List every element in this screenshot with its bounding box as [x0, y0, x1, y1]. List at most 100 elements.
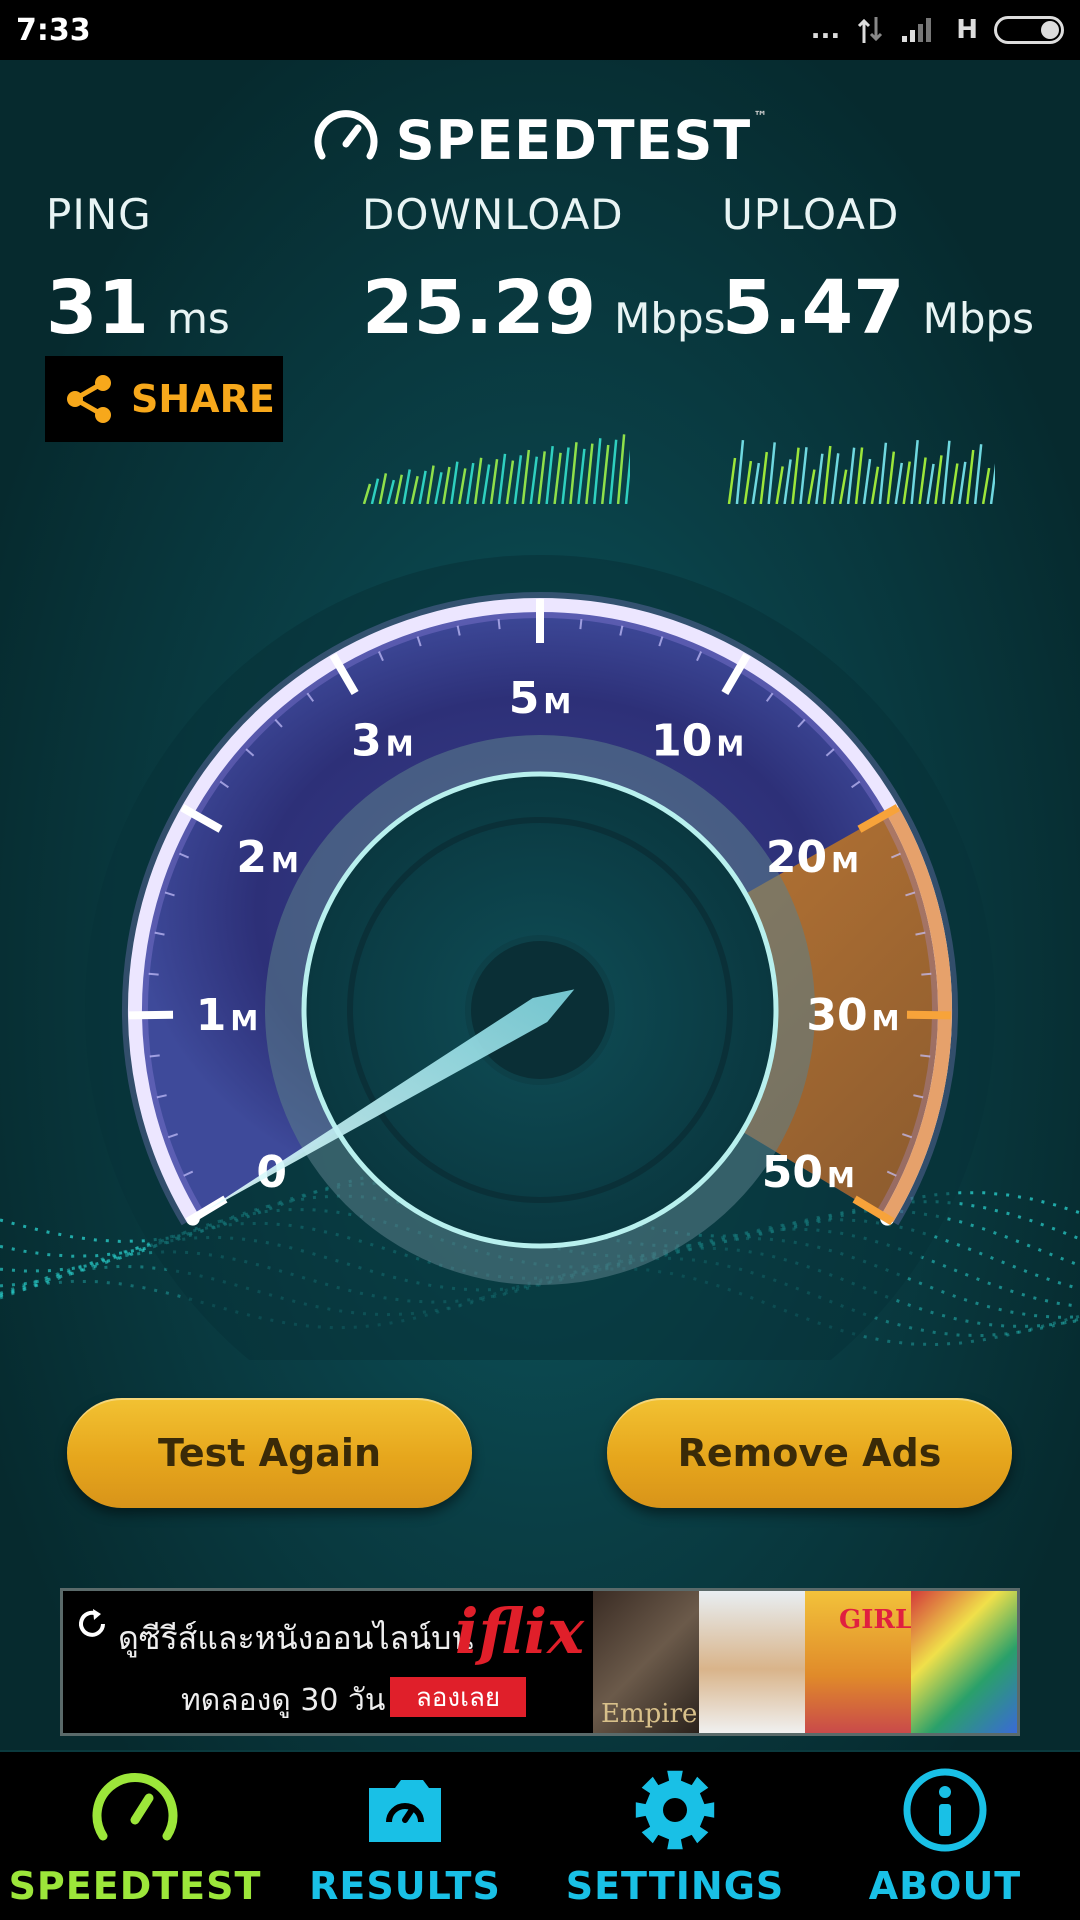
sparkline-bar — [426, 465, 435, 504]
sparkline-bar — [958, 461, 967, 504]
sparkline-bar — [394, 474, 403, 504]
sparkline-bar — [759, 451, 769, 504]
sparkline-bar — [473, 457, 483, 504]
share-label: SHARE — [131, 377, 275, 421]
speedtest-logo-icon — [314, 110, 378, 160]
sparkline-bar — [521, 449, 531, 504]
test-again-button[interactable]: Test Again — [67, 1398, 472, 1508]
sparkline-bar — [529, 456, 539, 504]
sparkline-bar — [553, 452, 562, 504]
refresh-icon[interactable] — [75, 1607, 109, 1641]
sparkline-bar — [942, 440, 951, 504]
ping-unit: ms — [166, 294, 230, 343]
upload-sparkline — [727, 439, 995, 504]
sparkline-bar — [593, 438, 602, 504]
sparkline-bar — [981, 467, 991, 504]
ping-label: PING — [46, 190, 152, 239]
ping-value: 31 — [46, 265, 149, 351]
gauge-minor-tick — [148, 972, 159, 976]
sparkline-bar — [442, 466, 451, 504]
ad-thumb-label: Empire — [601, 1699, 698, 1729]
tab-label: RESULTS — [309, 1864, 501, 1908]
sparkline-bar — [616, 434, 626, 504]
sparkline-bar — [838, 469, 848, 504]
sparkline-bar — [497, 453, 507, 504]
sparkline-bar — [894, 462, 904, 504]
sparkline-bar — [608, 439, 618, 504]
tab-settings[interactable]: SETTINGS — [540, 1752, 810, 1920]
sparkline-bar — [783, 459, 792, 504]
sparkline-bar — [878, 442, 888, 504]
sparkline-bar — [846, 447, 856, 504]
sparkline-bar — [799, 447, 808, 504]
tab-label: SETTINGS — [565, 1864, 785, 1908]
upload-label: UPLOAD — [722, 190, 900, 239]
status-icons: ... H — [811, 15, 1064, 45]
gear-icon — [635, 1770, 715, 1850]
sparkline-bar — [505, 460, 515, 504]
gauge-major-tick — [128, 1010, 174, 1020]
speedometer-icon — [92, 1773, 178, 1841]
main-screen: SPEEDTEST ™ PING 31 ms DOWNLOAD 25.29 Mbp… — [0, 60, 1080, 1750]
sparkline-bar — [870, 466, 880, 504]
ad-cta-button[interactable]: ลองเลย — [390, 1677, 526, 1717]
sparkline-bar — [537, 451, 546, 504]
sparkline-bar — [910, 440, 919, 504]
sparkline-bar — [624, 449, 630, 504]
share-icon — [67, 375, 111, 423]
sparkline-bar — [934, 455, 943, 504]
sparkline-bar — [854, 447, 864, 504]
tab-results[interactable]: RESULTS — [270, 1752, 540, 1920]
sparkline-bar — [823, 445, 832, 504]
ad-thumb-girls: GIRLS — [805, 1591, 932, 1733]
sparkline-bar — [973, 444, 983, 504]
brand-header: SPEEDTEST ™ — [0, 100, 1080, 180]
sparkline-bar — [362, 483, 372, 504]
status-time: 7:33 — [16, 12, 91, 48]
sparkline-bar — [370, 478, 380, 504]
sparkline-bar — [807, 469, 816, 504]
tab-speedtest[interactable]: SPEEDTEST — [0, 1752, 270, 1920]
sparkline-bar — [585, 443, 594, 504]
sparkline-bar — [410, 475, 419, 504]
ad-banner[interactable]: ดูซีรีส์และหนังออนไลน์บน iflix ทดลองดู 3… — [60, 1588, 1020, 1736]
ad-thumb-collage — [911, 1591, 1017, 1733]
signal-icon — [902, 18, 932, 42]
data-transfer-icon — [858, 17, 883, 43]
gauge-minor-tick — [149, 1054, 160, 1058]
more-dots-icon: ... — [810, 15, 841, 45]
sparkline-bar — [735, 439, 745, 504]
sparkline-bar — [458, 468, 467, 504]
sparkline-bar — [743, 460, 753, 504]
speed-gauge: 01M2M3M5M10M20M30M50M — [85, 555, 995, 1360]
sparkline-bar — [815, 453, 824, 504]
ad-thumb-empire: Empire — [593, 1591, 699, 1733]
status-bar: 7:33 ... H — [0, 0, 1080, 60]
ad-subline: ทดลองดู 30 วัน — [181, 1683, 386, 1718]
upload-value: 5.47 — [722, 265, 905, 351]
info-icon — [903, 1768, 987, 1852]
sparkline-bar — [989, 463, 995, 504]
ad-headline: ดูซีรีส์และหนังออนไลน์บน — [118, 1619, 474, 1657]
sparkline-bar — [386, 479, 396, 504]
sparkline-bar — [727, 457, 737, 504]
sparkline-bar — [577, 448, 586, 504]
sparkline-bar — [767, 442, 776, 504]
sparkline-bar — [775, 466, 784, 504]
remove-ads-button[interactable]: Remove Ads — [607, 1398, 1012, 1508]
sparkline-bar — [418, 470, 427, 504]
download-label: DOWNLOAD — [362, 190, 624, 239]
share-button[interactable]: SHARE — [45, 356, 283, 442]
brand-name: SPEEDTEST ™ — [395, 108, 769, 172]
download-unit: Mbps — [614, 294, 726, 343]
sparkline-bar — [862, 458, 872, 504]
ad-thumbnails: Empire GIRLS — [593, 1591, 1017, 1733]
sparkline-bar — [489, 459, 499, 504]
sparkline-bar — [918, 457, 927, 504]
upload-unit: Mbps — [922, 294, 1035, 343]
tab-about[interactable]: ABOUT — [810, 1752, 1080, 1920]
sparkline-bar — [378, 473, 388, 504]
sparkline-bar — [450, 461, 459, 504]
sparkline-bar — [402, 469, 411, 504]
sparkline-bar — [545, 445, 554, 504]
